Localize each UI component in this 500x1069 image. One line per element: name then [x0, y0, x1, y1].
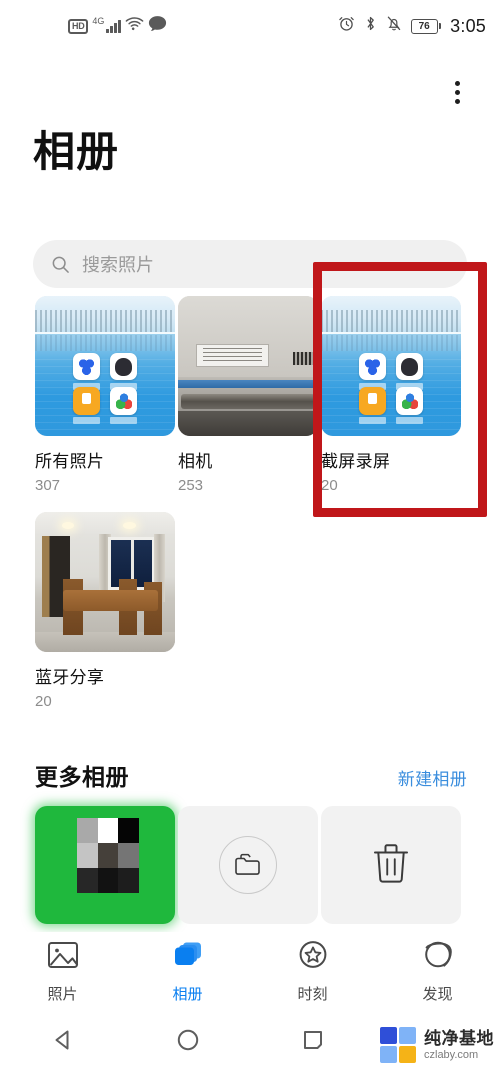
tab-albums[interactable]: 相册: [125, 939, 250, 1004]
album-name: 相机: [178, 452, 213, 471]
more-albums-title: 更多相册: [35, 764, 129, 790]
pixelated-thumbnail: [77, 817, 139, 894]
trash-tile[interactable]: [321, 806, 461, 924]
album-thumbnail: [35, 296, 175, 436]
album-name: 截屏录屏: [321, 452, 391, 471]
more-albums-header: 更多相册 新建相册: [35, 758, 467, 792]
album-thumbnail: [35, 512, 175, 652]
album-count: 307: [35, 477, 61, 494]
status-bar: HD 4G 76 3:05: [0, 0, 500, 52]
tab-label: 时刻: [297, 985, 328, 1003]
battery-level-label: 76: [418, 20, 430, 32]
tab-moments[interactable]: 时刻: [250, 939, 375, 1004]
network-type-label: 4G: [92, 16, 105, 26]
album-thumbnail: [178, 296, 318, 436]
recents-square-icon[interactable]: [283, 1020, 343, 1060]
status-bar-left: HD 4G: [68, 0, 167, 52]
wechat-album-tile[interactable]: [35, 806, 175, 924]
photo-icon: [46, 939, 80, 976]
album-grid: 所有照片 307 相机 253 截屏录屏 20 蓝牙分享 20: [35, 296, 475, 728]
album-count: 253: [178, 477, 204, 494]
star-circle-icon: [296, 939, 330, 976]
more-options-icon[interactable]: [440, 72, 474, 112]
search-icon: [51, 255, 70, 274]
tab-label: 发现: [422, 985, 453, 1003]
album-name: 蓝牙分享: [35, 668, 105, 687]
status-bar-clock: 3:05: [450, 15, 486, 36]
page-title: 相册: [33, 128, 120, 175]
search-placeholder: 搜索照片: [82, 255, 154, 275]
bluetooth-icon: [364, 15, 377, 37]
new-folder-tile[interactable]: [178, 806, 318, 924]
new-album-button[interactable]: 新建相册: [398, 765, 467, 790]
albums-icon: [171, 939, 205, 976]
watermark-title: 纯净基地: [424, 1028, 494, 1048]
discover-icon: [421, 939, 455, 976]
album-count: 20: [35, 693, 52, 710]
tab-label: 相册: [172, 985, 203, 1003]
watermark-subtitle: czlaby.com: [424, 1048, 479, 1061]
hd-icon: HD: [68, 18, 89, 34]
album-count: 20: [321, 477, 338, 494]
trash-icon: [372, 842, 410, 889]
back-triangle-icon[interactable]: [33, 1020, 93, 1060]
status-bar-right: 76 3:05: [338, 0, 486, 52]
battery-icon: 76: [410, 18, 442, 34]
album-card-camera[interactable]: 相机 253: [178, 296, 321, 494]
wifi-icon: [125, 16, 144, 36]
watermark-logo-icon: [378, 1025, 418, 1065]
tab-discover[interactable]: 发现: [375, 939, 500, 1004]
bottom-tab-bar: 照片 相册 时刻 发现: [0, 932, 500, 1010]
watermark: 纯净基地 czlaby.com: [378, 1025, 494, 1065]
message-bubble-icon: [148, 15, 167, 37]
tab-photos[interactable]: 照片: [0, 939, 125, 1004]
tab-label: 照片: [47, 985, 78, 1003]
phone-screen: HD 4G 76 3:05 相册 搜索照片 所有照片 307 相机 253 截屏…: [0, 0, 500, 1069]
album-card-bluetooth-share[interactable]: 蓝牙分享 20: [35, 512, 178, 710]
signal-bars-icon: [106, 19, 121, 33]
alarm-clock-icon: [338, 15, 355, 37]
folder-icon: [219, 836, 277, 894]
album-card-screenshots[interactable]: 截屏录屏 20: [321, 296, 464, 494]
album-name: 所有照片: [35, 452, 105, 471]
mute-bell-icon: [386, 15, 402, 37]
album-thumbnail: [321, 296, 461, 436]
album-card-all-photos[interactable]: 所有照片 307: [35, 296, 178, 494]
home-circle-icon[interactable]: [158, 1020, 218, 1060]
search-input[interactable]: 搜索照片: [33, 240, 467, 288]
more-albums-grid: [35, 806, 464, 924]
